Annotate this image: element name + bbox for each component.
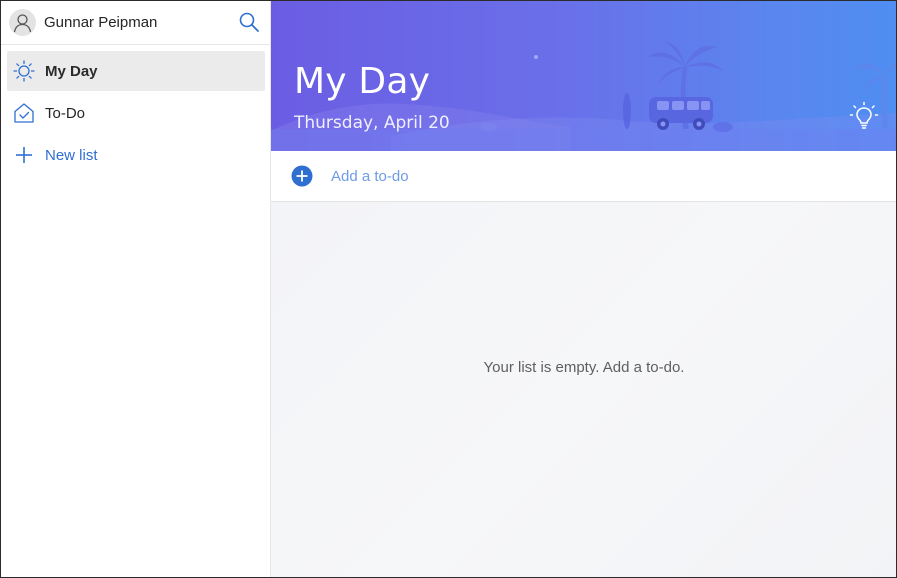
lightbulb-icon: [849, 101, 879, 129]
add-task-input[interactable]: [331, 164, 871, 188]
sidebar-item-label: My Day: [45, 63, 98, 80]
sidebar-item-to-do[interactable]: To-Do: [7, 93, 265, 133]
search-button[interactable]: [237, 11, 261, 35]
empty-state-message: Your list is empty. Add a to-do.: [483, 359, 685, 376]
suggestions-button[interactable]: [849, 101, 879, 131]
add-circle-icon[interactable]: [291, 165, 313, 187]
sidebar-item-my-day[interactable]: My Day: [7, 51, 265, 91]
person-icon: [13, 14, 32, 33]
app-window: Gunnar Peipman My Day To-Do New list My …: [0, 0, 897, 578]
main-panel: My Day Thursday, April 20 Add a to-do Yo…: [271, 1, 896, 577]
user-name[interactable]: Gunnar Peipman: [44, 14, 157, 31]
header-banner: My Day Thursday, April 20: [271, 1, 896, 151]
add-task-row[interactable]: [271, 151, 896, 202]
search-icon: [239, 12, 259, 32]
sidebar-item-label: To-Do: [45, 105, 86, 122]
page-title: My Day: [294, 61, 431, 102]
plus-icon: [13, 144, 35, 166]
sidebar-item-new-list[interactable]: New list: [7, 135, 265, 175]
sun-icon: [13, 60, 35, 82]
home-check-icon: [13, 102, 35, 124]
avatar[interactable]: [9, 9, 36, 36]
page-date: Thursday, April 20: [294, 113, 450, 133]
sidebar: Gunnar Peipman My Day To-Do New list: [1, 1, 271, 577]
task-list: Your list is empty. Add a to-do.: [271, 202, 896, 577]
sidebar-item-label: New list: [45, 147, 98, 164]
user-header: Gunnar Peipman: [1, 1, 270, 45]
